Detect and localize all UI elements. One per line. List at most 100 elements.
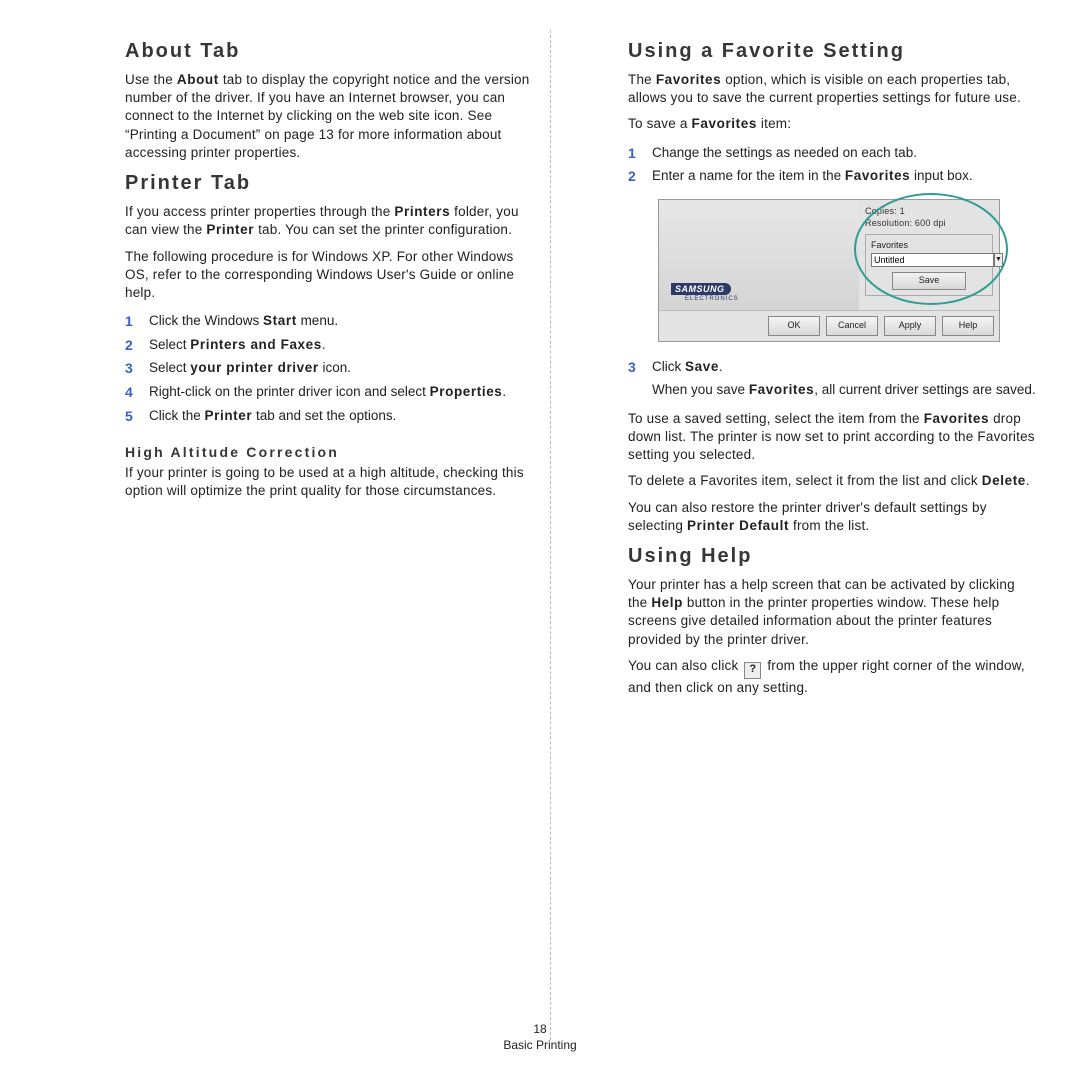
text: item: — [757, 116, 791, 131]
text-bold: Favorites — [692, 116, 757, 131]
list-item: 3 Click Save. When you save Favorites, a… — [628, 356, 1038, 402]
list-item: 3 Select your printer driver icon. — [125, 357, 535, 381]
apply-button[interactable]: Apply — [884, 316, 936, 336]
text: When you save — [652, 382, 749, 397]
step-number: 1 — [125, 312, 137, 332]
step-text: Enter a name for the item in the Favorit… — [652, 168, 973, 183]
dialog-button-bar: OK Cancel Apply Help — [659, 310, 999, 341]
favorite-p2: To save a Favorites item: — [628, 115, 1038, 133]
printer-tab-p2: The following procedure is for Windows X… — [125, 248, 535, 303]
list-item: 2 Enter a name for the item in the Favori… — [628, 165, 1038, 189]
step-number: 5 — [125, 407, 137, 427]
dialog-preview-pane: SAMSUNG ELECTRONICS — [659, 200, 859, 310]
text: To delete a Favorites item, select it fr… — [628, 473, 982, 488]
favorites-steps-list-1: 1 Change the settings as needed on each t… — [628, 142, 1038, 189]
step-number: 3 — [125, 359, 137, 379]
step-number: 1 — [628, 144, 640, 164]
using-help-p1: Your printer has a help screen that can … — [628, 576, 1038, 649]
text: Click the — [149, 408, 205, 423]
step-number: 2 — [628, 167, 640, 187]
page-number: 18 — [0, 1022, 1080, 1036]
text: . — [502, 384, 506, 399]
step-text: Select Printers and Faxes. — [149, 337, 326, 352]
text-bold: Printer — [205, 408, 253, 423]
step-number: 4 — [125, 383, 137, 403]
favorite-setting-heading: Using a Favorite Setting — [628, 40, 1038, 63]
favorites-group: Favorites ▼ Save — [865, 234, 993, 296]
context-help-icon[interactable]: ? — [744, 662, 761, 679]
ok-button[interactable]: OK — [768, 316, 820, 336]
printer-tab-heading: Printer Tab — [125, 172, 535, 195]
text: button in the printer properties window.… — [628, 595, 999, 646]
using-help-heading: Using Help — [628, 545, 1038, 568]
favorites-steps-list-2: 3 Click Save. When you save Favorites, a… — [628, 356, 1038, 402]
favorite-p1: The Favorites option, which is visible o… — [628, 71, 1038, 107]
list-item: 1 Click the Windows Start menu. — [125, 310, 535, 334]
text-bold: Favorites — [845, 168, 910, 183]
copies-readout: Copies: 1 — [865, 206, 993, 216]
favorite-p4: To use a saved setting, select the item … — [628, 410, 1038, 465]
step-text: Click Save. — [652, 359, 723, 374]
brand-logo: SAMSUNG ELECTRONICS — [671, 283, 739, 302]
left-column: About Tab Use the About tab to display t… — [125, 30, 535, 509]
brand-sub: ELECTRONICS — [685, 296, 739, 302]
text: menu. — [297, 313, 338, 328]
text: tab. You can set the printer configurati… — [254, 222, 512, 237]
favorites-save-button[interactable]: Save — [892, 272, 966, 290]
list-item: 2 Select Printers and Faxes. — [125, 334, 535, 358]
brand-name: SAMSUNG — [671, 283, 731, 295]
text-bold: Delete — [982, 473, 1026, 488]
text: icon. — [319, 360, 351, 375]
text: from the list. — [789, 518, 869, 533]
text-bold: Printers and Faxes — [190, 337, 322, 352]
step-text: Select your printer driver icon. — [149, 360, 351, 375]
text: Click the Windows — [149, 313, 263, 328]
help-button[interactable]: Help — [942, 316, 994, 336]
step-extra: When you save Favorites, all current dri… — [652, 381, 1038, 400]
favorites-dropdown-button[interactable]: ▼ — [994, 253, 1003, 267]
list-item: 5 Click the Printer tab and set the optio… — [125, 405, 535, 429]
text: tab and set the options. — [252, 408, 396, 423]
text: To use a saved setting, select the item … — [628, 411, 924, 426]
text: . — [322, 337, 326, 352]
text-bold: Printer — [206, 222, 254, 237]
high-altitude-paragraph: If your printer is going to be used at a… — [125, 464, 535, 500]
text-bold: Favorites — [749, 382, 814, 397]
text-bold: Printer Default — [687, 518, 789, 533]
right-column: Using a Favorite Setting The Favorites o… — [628, 30, 1038, 705]
text: Select — [149, 337, 190, 352]
list-item: 4 Right-click on the printer driver icon … — [125, 381, 535, 405]
text: Use the — [125, 72, 177, 87]
dialog-side-panel: Copies: 1 Resolution: 600 dpi Favorites … — [859, 200, 999, 310]
about-tab-paragraph: Use the About tab to display the copyrig… — [125, 71, 535, 162]
high-altitude-heading: High Altitude Correction — [125, 444, 535, 460]
resolution-readout: Resolution: 600 dpi — [865, 218, 993, 228]
favorites-dialog-figure: SAMSUNG ELECTRONICS Copies: 1 Resolution… — [658, 199, 1038, 342]
text: Right-click on the printer driver icon a… — [149, 384, 430, 399]
text-bold: Help — [651, 595, 683, 610]
text-bold: Start — [263, 313, 297, 328]
favorites-name-input[interactable] — [871, 253, 994, 267]
text: input box. — [910, 168, 972, 183]
step-text: Right-click on the printer driver icon a… — [149, 384, 506, 399]
text: Click — [652, 359, 685, 374]
page-footer: 18 Basic Printing — [0, 1022, 1080, 1052]
favorite-p5: To delete a Favorites item, select it fr… — [628, 472, 1038, 490]
step-number: 3 — [628, 358, 640, 400]
text-bold: Printers — [394, 204, 450, 219]
step-number: 2 — [125, 336, 137, 356]
text-bold: Properties — [430, 384, 503, 399]
text: . — [719, 359, 723, 374]
favorites-label: Favorites — [871, 240, 987, 250]
text: To save a — [628, 116, 692, 131]
text-bold: Favorites — [924, 411, 989, 426]
about-tab-heading: About Tab — [125, 40, 535, 63]
text: You can also click — [628, 658, 742, 673]
printer-tab-p1: If you access printer properties through… — [125, 203, 535, 239]
text: The — [628, 72, 656, 87]
text: Enter a name for the item in the — [652, 168, 845, 183]
footer-section: Basic Printing — [0, 1038, 1080, 1052]
step-text: Change the settings as needed on each ta… — [652, 145, 917, 160]
cancel-button[interactable]: Cancel — [826, 316, 878, 336]
properties-dialog: SAMSUNG ELECTRONICS Copies: 1 Resolution… — [658, 199, 1000, 342]
